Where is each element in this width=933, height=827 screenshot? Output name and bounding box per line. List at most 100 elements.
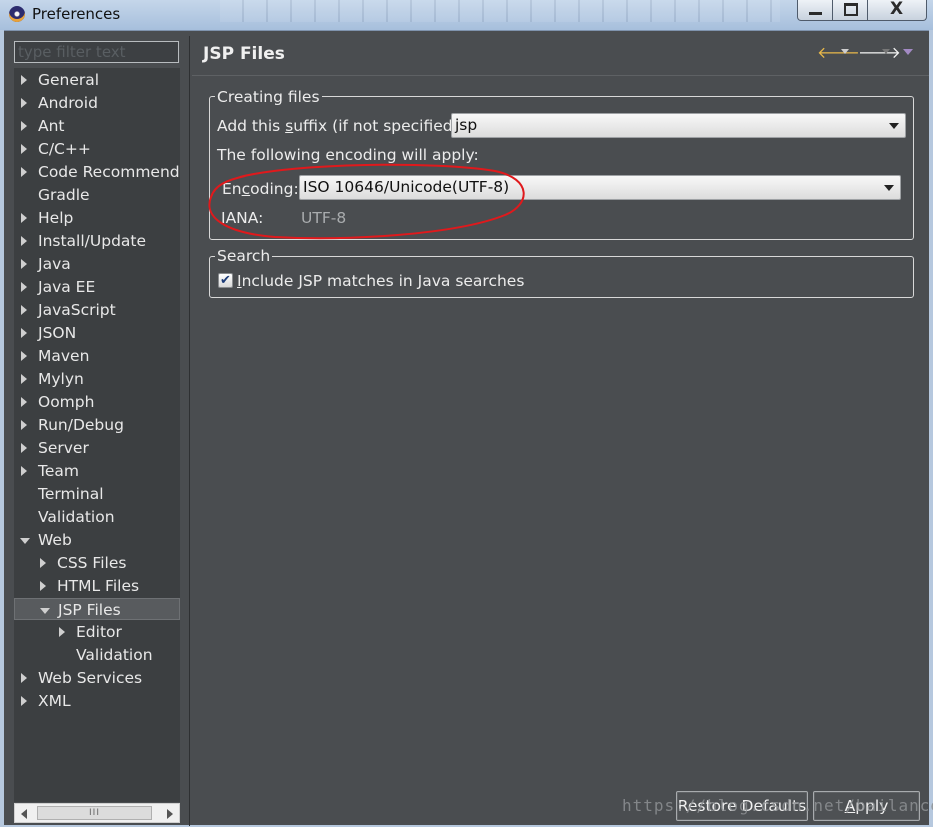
collapsed-twisty-icon[interactable]	[21, 98, 27, 108]
collapsed-twisty-icon[interactable]	[21, 696, 27, 706]
tree-item-team[interactable]: Team	[14, 460, 180, 482]
collapsed-twisty-icon[interactable]	[21, 236, 27, 246]
forward-history-dropdown-icon[interactable]	[882, 49, 890, 54]
tree-item-label: Validation	[38, 508, 115, 526]
tree-item-android[interactable]: Android	[14, 92, 180, 114]
collapsed-twisty-icon[interactable]	[21, 374, 27, 384]
back-history-dropdown-icon[interactable]	[841, 49, 849, 54]
tree-item-gradle[interactable]: Gradle	[14, 184, 180, 206]
tree-item-install-update[interactable]: Install/Update	[14, 230, 180, 252]
tree-item-label: Gradle	[38, 186, 90, 204]
encoding-value: ISO 10646/Unicode(UTF-8)	[303, 178, 510, 196]
tree-horizontal-scrollbar[interactable]: III	[14, 803, 180, 823]
tree-item-label: JSON	[38, 324, 77, 342]
filter-input[interactable]	[14, 41, 179, 63]
tree-item-label: Java EE	[38, 278, 96, 296]
window-frame-left	[0, 30, 4, 827]
forward-arrow-icon[interactable]: 🡒	[858, 42, 901, 62]
collapsed-twisty-icon[interactable]	[21, 282, 27, 292]
tree-item-run-debug[interactable]: Run/Debug	[14, 414, 180, 436]
chevron-down-icon[interactable]	[889, 123, 899, 129]
tree-item-validation[interactable]: Validation	[14, 506, 180, 528]
background-toolbar	[220, 0, 780, 22]
collapsed-twisty-icon[interactable]	[21, 466, 27, 476]
tree-item-xml[interactable]: XML	[14, 690, 180, 712]
maximize-button[interactable]	[832, 0, 868, 21]
tree-item-maven[interactable]: Maven	[14, 345, 180, 367]
collapsed-twisty-icon[interactable]	[40, 558, 46, 568]
collapsed-twisty-icon[interactable]	[21, 443, 27, 453]
view-menu-icon[interactable]	[903, 49, 913, 55]
tree-item-code-recommenders[interactable]: Code Recommenders	[14, 161, 180, 183]
tree-item-help[interactable]: Help	[14, 207, 180, 229]
minimize-button[interactable]	[797, 0, 833, 21]
scroll-right-icon[interactable]	[167, 809, 173, 819]
collapsed-twisty-icon[interactable]	[21, 121, 27, 131]
collapsed-twisty-icon[interactable]	[21, 420, 27, 430]
collapsed-twisty-icon[interactable]	[21, 328, 27, 338]
tree-item-general[interactable]: General	[14, 69, 180, 91]
tree-item-label: Android	[38, 94, 98, 112]
tree-item-label: Terminal	[38, 485, 104, 503]
collapsed-twisty-icon[interactable]	[21, 351, 27, 361]
tree-item-mylyn[interactable]: Mylyn	[14, 368, 180, 390]
collapsed-twisty-icon[interactable]	[21, 673, 27, 683]
tree-item-label: Web	[38, 531, 72, 549]
tree-item-ant[interactable]: Ant	[14, 115, 180, 137]
encoding-label-part: En	[222, 180, 242, 198]
collapsed-twisty-icon[interactable]	[21, 259, 27, 269]
collapsed-twisty-icon[interactable]	[21, 397, 27, 407]
tree-item-java-ee[interactable]: Java EE	[14, 276, 180, 298]
tree-item-label: C/C++	[38, 140, 91, 158]
search-legend: Search	[215, 247, 273, 265]
encoding-label-part: oding:	[250, 180, 299, 198]
suffix-combo[interactable]: jsp	[451, 113, 906, 138]
tree-item-web-services[interactable]: Web Services	[14, 667, 180, 689]
tree-item-web[interactable]: Web	[14, 529, 180, 551]
encoding-note: The following encoding will apply:	[217, 146, 479, 164]
collapsed-twisty-icon[interactable]	[21, 213, 27, 223]
tree-item-jsp-files[interactable]: JSP Files	[14, 598, 180, 620]
collapsed-twisty-icon[interactable]	[21, 75, 27, 85]
tree-item-label: Run/Debug	[38, 416, 124, 434]
tree-item-html-files[interactable]: HTML Files	[14, 575, 180, 597]
iana-value: UTF-8	[301, 209, 347, 227]
preference-tree[interactable]: General Android Ant C/C++ Code Recommenders G…	[14, 68, 180, 802]
tree-item-label: Java	[38, 255, 71, 273]
tree-item-oomph[interactable]: Oomph	[14, 391, 180, 413]
collapsed-twisty-icon[interactable]	[59, 627, 65, 637]
tree-item-c-c-[interactable]: C/C++	[14, 138, 180, 160]
collapsed-twisty-icon[interactable]	[21, 144, 27, 154]
tree-item-javascript[interactable]: JavaScript	[14, 299, 180, 321]
tree-item-label: Web Services	[38, 669, 143, 687]
tree-item-json[interactable]: JSON	[14, 322, 180, 344]
tree-item-terminal[interactable]: Terminal	[14, 483, 180, 505]
expanded-twisty-icon[interactable]	[20, 538, 30, 544]
encoding-combo[interactable]: ISO 10646/Unicode(UTF-8)	[299, 175, 901, 200]
panel-divider[interactable]	[189, 36, 190, 826]
scroll-left-icon[interactable]	[21, 809, 27, 819]
collapsed-twisty-icon[interactable]	[40, 581, 46, 591]
scrollbar-thumb[interactable]: III	[37, 806, 152, 820]
expanded-twisty-icon[interactable]	[40, 608, 50, 614]
tree-item-editor[interactable]: Editor	[14, 621, 180, 643]
suffix-label-part: Add this	[217, 117, 286, 135]
suffix-label: Add this suffix (if not specified):	[217, 116, 464, 136]
tree-item-validation[interactable]: Validation	[14, 644, 180, 666]
tree-item-server[interactable]: Server	[14, 437, 180, 459]
encoding-label: Encoding:	[222, 179, 299, 199]
tree-item-css-files[interactable]: CSS Files	[14, 552, 180, 574]
title-bar: Preferences X	[0, 0, 933, 31]
chevron-down-icon[interactable]	[884, 185, 894, 191]
include-jsp-checkbox[interactable]: ✔	[218, 273, 233, 288]
collapsed-twisty-icon[interactable]	[21, 167, 27, 177]
tree-item-label: Editor	[76, 623, 122, 641]
close-button[interactable]: X	[867, 0, 927, 21]
back-arrow-icon[interactable]: 🡐	[817, 42, 860, 62]
include-jsp-label[interactable]: Include JSP matches in Java searches	[237, 271, 524, 291]
tree-item-java[interactable]: Java	[14, 253, 180, 275]
tree-item-label: HTML Files	[57, 577, 140, 595]
tree-item-label: Team	[38, 462, 79, 480]
collapsed-twisty-icon[interactable]	[21, 305, 27, 315]
watermark-text: https://blog.csdn.net/bailance	[622, 796, 933, 815]
